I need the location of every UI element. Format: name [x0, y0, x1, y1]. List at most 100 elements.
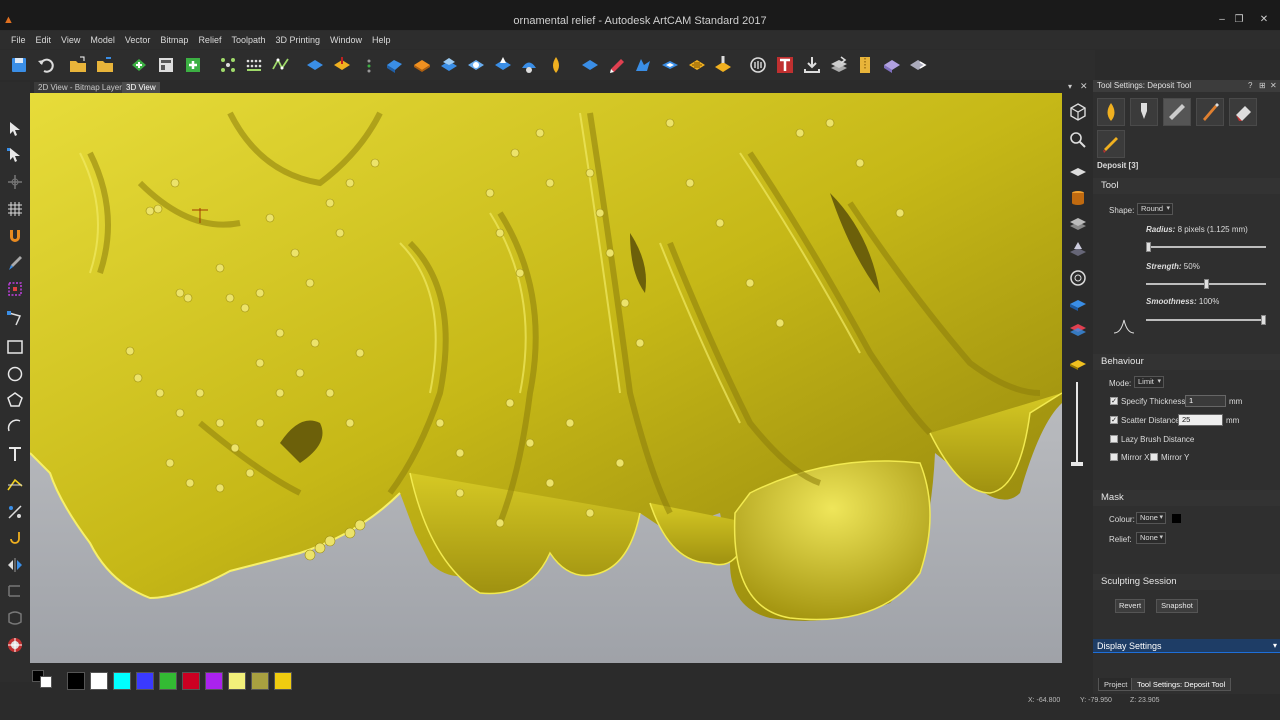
palette-swatch[interactable]: [228, 672, 246, 690]
panel-close-x-icon[interactable]: ✕: [1270, 81, 1277, 90]
3d-viewport[interactable]: [30, 93, 1062, 663]
close-icon[interactable]: ✕: [1256, 14, 1272, 26]
offset-icon[interactable]: [6, 503, 24, 521]
deposit-drop-icon[interactable]: [546, 55, 566, 75]
layers-export-icon[interactable]: [829, 55, 849, 75]
shape-dropdown[interactable]: Round: [1137, 203, 1173, 215]
menu-file[interactable]: File: [11, 35, 26, 45]
simulation-icon[interactable]: [748, 55, 768, 75]
palette-swatch[interactable]: [113, 672, 131, 690]
select-arrow-icon[interactable]: [6, 120, 24, 138]
layout-icon[interactable]: [156, 55, 176, 75]
revert-button[interactable]: Revert: [1115, 599, 1145, 613]
secondary-colour-swatch[interactable]: [40, 676, 52, 688]
relief-yellow-layer-icon[interactable]: [1068, 354, 1088, 374]
tab-2d-view[interactable]: 2D View - Bitmap Layer: [34, 82, 126, 93]
relief-orange-icon[interactable]: [412, 55, 432, 75]
mask-colour-dropdown[interactable]: None: [1136, 512, 1166, 524]
relief-sculpt-icon[interactable]: [493, 55, 513, 75]
carve-tool-button[interactable]: [1130, 98, 1158, 126]
text-icon[interactable]: [6, 445, 24, 463]
scatter-distance-checkbox[interactable]: ✓: [1110, 416, 1118, 424]
save-icon[interactable]: [9, 55, 29, 75]
import-model-icon[interactable]: [129, 55, 149, 75]
grid-points-icon[interactable]: [244, 55, 264, 75]
menu-relief[interactable]: Relief: [198, 35, 221, 45]
panel-menu-icon[interactable]: ▾: [1068, 82, 1072, 91]
node-editing-icon[interactable]: [218, 55, 238, 75]
paint-brush-icon[interactable]: [6, 254, 24, 272]
shape-editor-icon[interactable]: [305, 55, 325, 75]
specify-thickness-checkbox[interactable]: ✓: [1110, 397, 1118, 405]
menu-vector[interactable]: Vector: [125, 35, 151, 45]
palette-swatch[interactable]: [67, 672, 85, 690]
send-to-printer-icon[interactable]: [908, 55, 928, 75]
new-folder-icon[interactable]: [68, 55, 88, 75]
toolpath-layer-icon[interactable]: [1068, 240, 1088, 260]
menu-bitmap[interactable]: Bitmap: [160, 35, 188, 45]
rectangle-icon[interactable]: [6, 338, 24, 356]
erase-tool-button[interactable]: [1229, 98, 1257, 126]
menu-3d-printing[interactable]: 3D Printing: [275, 35, 320, 45]
help-icon[interactable]: ?: [1248, 81, 1252, 90]
smooth-tool-button[interactable]: [1163, 98, 1191, 126]
relief-stack-icon[interactable]: [439, 55, 459, 75]
polygon-icon[interactable]: [6, 391, 24, 409]
attach-tool-button[interactable]: [1097, 130, 1125, 158]
mask-relief-dropdown[interactable]: None: [1136, 532, 1166, 544]
mirror-x-checkbox[interactable]: [1110, 453, 1118, 461]
smoothness-slider-thumb[interactable]: [1261, 315, 1266, 325]
menu-edit[interactable]: Edit: [36, 35, 52, 45]
section-sculpting-session[interactable]: Sculpting Session: [1093, 574, 1280, 590]
relief-model[interactable]: [30, 93, 1062, 663]
mirror-y-checkbox[interactable]: [1150, 453, 1158, 461]
relief-layer-icon[interactable]: [1068, 162, 1088, 182]
toolpath-pattern-icon[interactable]: [687, 55, 707, 75]
menu-help[interactable]: Help: [372, 35, 391, 45]
palette-swatch[interactable]: [136, 672, 154, 690]
display-settings-header[interactable]: Display Settings ▾: [1093, 639, 1280, 653]
tab-tool-settings[interactable]: Tool Settings: Deposit Tool: [1131, 678, 1232, 691]
strength-slider-thumb[interactable]: [1203, 279, 1209, 289]
undo-icon[interactable]: [36, 55, 56, 75]
section-behaviour[interactable]: Behaviour: [1093, 354, 1280, 370]
pin-icon[interactable]: ⊞: [1259, 81, 1266, 90]
menu-window[interactable]: Window: [330, 35, 362, 45]
toolpath-red-icon[interactable]: [607, 55, 627, 75]
smoothness-slider[interactable]: [1146, 319, 1266, 321]
bitmap-select-icon[interactable]: [6, 280, 24, 298]
add-icon[interactable]: [183, 55, 203, 75]
zip-file-icon[interactable]: [855, 55, 875, 75]
menu-view[interactable]: View: [61, 35, 80, 45]
text-tool-icon[interactable]: [775, 55, 795, 75]
view-cube-icon[interactable]: [1068, 102, 1088, 122]
relief-blue-layer-icon[interactable]: [1068, 294, 1088, 314]
section-mask[interactable]: Mask: [1093, 490, 1280, 506]
zoom-icon[interactable]: [1068, 130, 1088, 150]
deposit-tool-button[interactable]: [1097, 98, 1125, 126]
tab-3d-view[interactable]: 3D View: [122, 82, 160, 93]
lazy-brush-checkbox[interactable]: [1110, 435, 1118, 443]
relief-export-icon[interactable]: [882, 55, 902, 75]
magnet-icon[interactable]: [6, 227, 24, 245]
palette-swatch[interactable]: [182, 672, 200, 690]
smudge-tool-button[interactable]: [1196, 98, 1224, 126]
tab-project[interactable]: Project: [1098, 678, 1134, 691]
shaded-sphere-icon[interactable]: [1068, 268, 1088, 288]
hook-curve-icon[interactable]: [6, 529, 24, 547]
shape-icon[interactable]: [6, 609, 24, 627]
node-select-icon[interactable]: [6, 146, 24, 164]
circle-icon[interactable]: [6, 365, 24, 383]
z-scale-handle[interactable]: [1071, 462, 1083, 466]
grid-tool-icon[interactable]: [6, 200, 24, 218]
panel-close-icon[interactable]: ✕: [1080, 81, 1088, 92]
mirror-icon[interactable]: [6, 556, 24, 574]
toolpath-machining-icon[interactable]: [713, 55, 733, 75]
material-cylinder-icon[interactable]: [1068, 188, 1088, 208]
palette-swatch[interactable]: [90, 672, 108, 690]
snapshot-button[interactable]: Snapshot: [1156, 599, 1198, 613]
toolpath-blue-icon[interactable]: [580, 55, 600, 75]
minimize-icon[interactable]: –: [1214, 14, 1230, 26]
mask-colour-swatch[interactable]: [1172, 514, 1181, 523]
arc-icon[interactable]: [6, 417, 24, 435]
